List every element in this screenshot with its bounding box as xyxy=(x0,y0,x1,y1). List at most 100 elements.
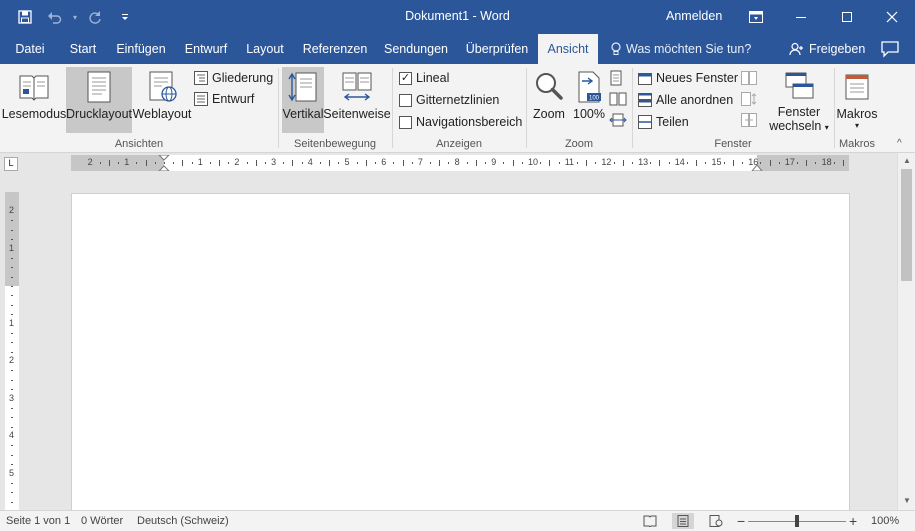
ruler-tick-mark xyxy=(595,162,597,164)
tab-einfuegen[interactable]: Einfügen xyxy=(110,34,172,64)
vertical-label: Vertikal xyxy=(282,107,324,121)
zoom-slider-thumb[interactable] xyxy=(795,515,799,527)
vertical-scrollbar[interactable]: ▲ ▼ xyxy=(897,153,915,510)
ruler-tick-mark xyxy=(11,417,13,419)
zoom-level[interactable]: 100% xyxy=(871,515,899,527)
language-indicator[interactable]: Deutsch (Schweiz) xyxy=(137,515,229,527)
ribbon-display-options-button[interactable] xyxy=(733,0,779,34)
sign-in-link[interactable]: Anmelden xyxy=(666,9,722,23)
reset-window-icon xyxy=(741,113,757,127)
page-width-button[interactable] xyxy=(609,110,629,130)
tab-start[interactable]: Start xyxy=(60,34,106,64)
ruler-tick-mark xyxy=(833,162,835,164)
redo-icon xyxy=(89,11,101,24)
undo-button[interactable] xyxy=(40,6,70,28)
tab-selector[interactable]: L xyxy=(4,157,18,171)
maximize-icon xyxy=(842,12,852,22)
document-page[interactable] xyxy=(71,193,850,510)
outline-label: Gliederung xyxy=(212,71,274,85)
web-layout-view-button[interactable] xyxy=(705,513,727,529)
minimize-button[interactable] xyxy=(778,0,824,34)
tab-referenzen[interactable]: Referenzen xyxy=(298,34,372,64)
print-layout-button[interactable]: Drucklayout xyxy=(66,67,132,133)
tab-entwurf[interactable]: Entwurf xyxy=(178,34,234,64)
scroll-up-icon[interactable]: ▲ xyxy=(901,155,913,167)
chevron-down-icon: ▾ xyxy=(824,123,829,132)
switch-windows-button[interactable]: Fenster wechseln ▾ xyxy=(766,67,832,133)
navigation-check-icon xyxy=(399,115,412,129)
reset-window-position-button[interactable] xyxy=(741,110,763,130)
ruler-tick-label: 7 xyxy=(417,157,423,167)
scroll-down-icon[interactable]: ▼ xyxy=(901,495,913,507)
ruler-checkbox[interactable]: ✓ Lineal xyxy=(399,68,449,88)
ruler-tick-mark xyxy=(778,162,780,164)
new-window-button[interactable]: Neues Fenster xyxy=(638,68,738,88)
redo-button[interactable] xyxy=(80,6,110,28)
navigation-pane-checkbox[interactable]: Navigationsbereich xyxy=(399,112,522,132)
tab-layout[interactable]: Layout xyxy=(240,34,290,64)
multiple-pages-button[interactable] xyxy=(609,89,629,109)
scrollbar-thumb[interactable] xyxy=(901,169,912,281)
share-button[interactable]: Freigeben xyxy=(789,34,865,64)
vertical-button[interactable]: Vertikal xyxy=(282,67,324,133)
tab-ueberpruefen[interactable]: Überprüfen xyxy=(460,34,534,64)
ruler-tick-label: 6 xyxy=(381,157,387,167)
save-button[interactable] xyxy=(10,6,40,28)
ribbon-display-icon xyxy=(749,11,763,23)
ruler-tick-mark xyxy=(301,162,303,164)
tell-me-box[interactable]: Was möchten Sie tun? xyxy=(610,34,751,64)
draft-button[interactable]: Entwurf xyxy=(194,89,254,109)
maximize-button[interactable] xyxy=(824,0,870,34)
tab-datei[interactable]: Datei xyxy=(4,34,56,64)
group-separator xyxy=(632,68,633,148)
ruler-tick-mark xyxy=(329,160,331,166)
print-layout-view-button[interactable] xyxy=(672,513,694,529)
zoom-100-label: 100% xyxy=(573,107,605,121)
web-layout-button[interactable]: Weblayout xyxy=(133,67,191,133)
ruler-tick-mark xyxy=(338,162,340,164)
view-side-by-side-button[interactable] xyxy=(741,68,763,88)
tab-sendungen[interactable]: Sendungen xyxy=(380,34,452,64)
right-indent-marker-icon[interactable] xyxy=(751,163,763,171)
comments-button[interactable] xyxy=(880,40,902,58)
arrange-all-button[interactable]: Alle anordnen xyxy=(638,90,733,110)
ruler-tick-mark xyxy=(191,162,193,164)
ruler-tick-label: 5 xyxy=(9,467,15,478)
macros-button[interactable]: Makros ▾ xyxy=(836,67,878,133)
group-label-page-movement: Seitenbewegung xyxy=(294,138,376,150)
indent-marker-icon[interactable] xyxy=(158,155,170,171)
vertical-ruler[interactable]: 2 1 1 2 3 4 5 xyxy=(5,192,19,510)
close-button[interactable] xyxy=(869,0,915,34)
undo-dropdown[interactable]: ▾ xyxy=(70,6,80,28)
ruler-tick-mark xyxy=(705,162,707,164)
ruler-tick-mark xyxy=(732,160,734,166)
outline-button[interactable]: Gliederung xyxy=(194,68,273,88)
zoom-out-button[interactable]: − xyxy=(737,513,745,529)
one-page-button[interactable] xyxy=(609,68,629,88)
switch-windows-label-2-text: wechseln xyxy=(769,119,822,133)
customize-qat-button[interactable] xyxy=(110,6,140,28)
zoom-100-icon: 100 xyxy=(578,71,601,103)
side-to-side-button[interactable]: Seitenweise xyxy=(323,67,391,133)
page-count[interactable]: Seite 1 von 1 xyxy=(6,515,70,527)
ruler-tick-mark xyxy=(521,162,523,164)
ruler-tick-mark xyxy=(11,426,13,428)
ruler-tick-mark xyxy=(549,160,551,166)
gridlines-checkbox[interactable]: Gitternetzlinien xyxy=(399,90,499,110)
ruler-tick-label: 10 xyxy=(528,157,539,167)
group-label-views: Ansichten xyxy=(114,138,164,150)
new-window-label: Neues Fenster xyxy=(656,71,738,85)
zoom-button[interactable]: Zoom xyxy=(530,67,568,133)
split-button[interactable]: Teilen xyxy=(638,112,689,132)
zoom-100-button[interactable]: 100 100% xyxy=(570,67,608,133)
synchronous-scrolling-button[interactable] xyxy=(741,89,763,109)
ruler-tick-mark xyxy=(613,162,615,164)
collapse-ribbon-button[interactable]: ^ xyxy=(897,138,902,149)
word-count[interactable]: 0 Wörter xyxy=(81,515,123,527)
read-mode-button[interactable]: Lesemodus xyxy=(2,67,66,133)
zoom-in-button[interactable]: + xyxy=(849,513,857,529)
horizontal-ruler[interactable]: 2 1 1 2 3 4 5 6 7 8 9 10 11 12 13 14 15 16 17 18 xyxy=(71,155,849,171)
side-to-side-icon xyxy=(342,72,372,101)
tab-ansicht[interactable]: Ansicht xyxy=(538,34,598,64)
read-mode-view-button[interactable] xyxy=(639,513,661,529)
